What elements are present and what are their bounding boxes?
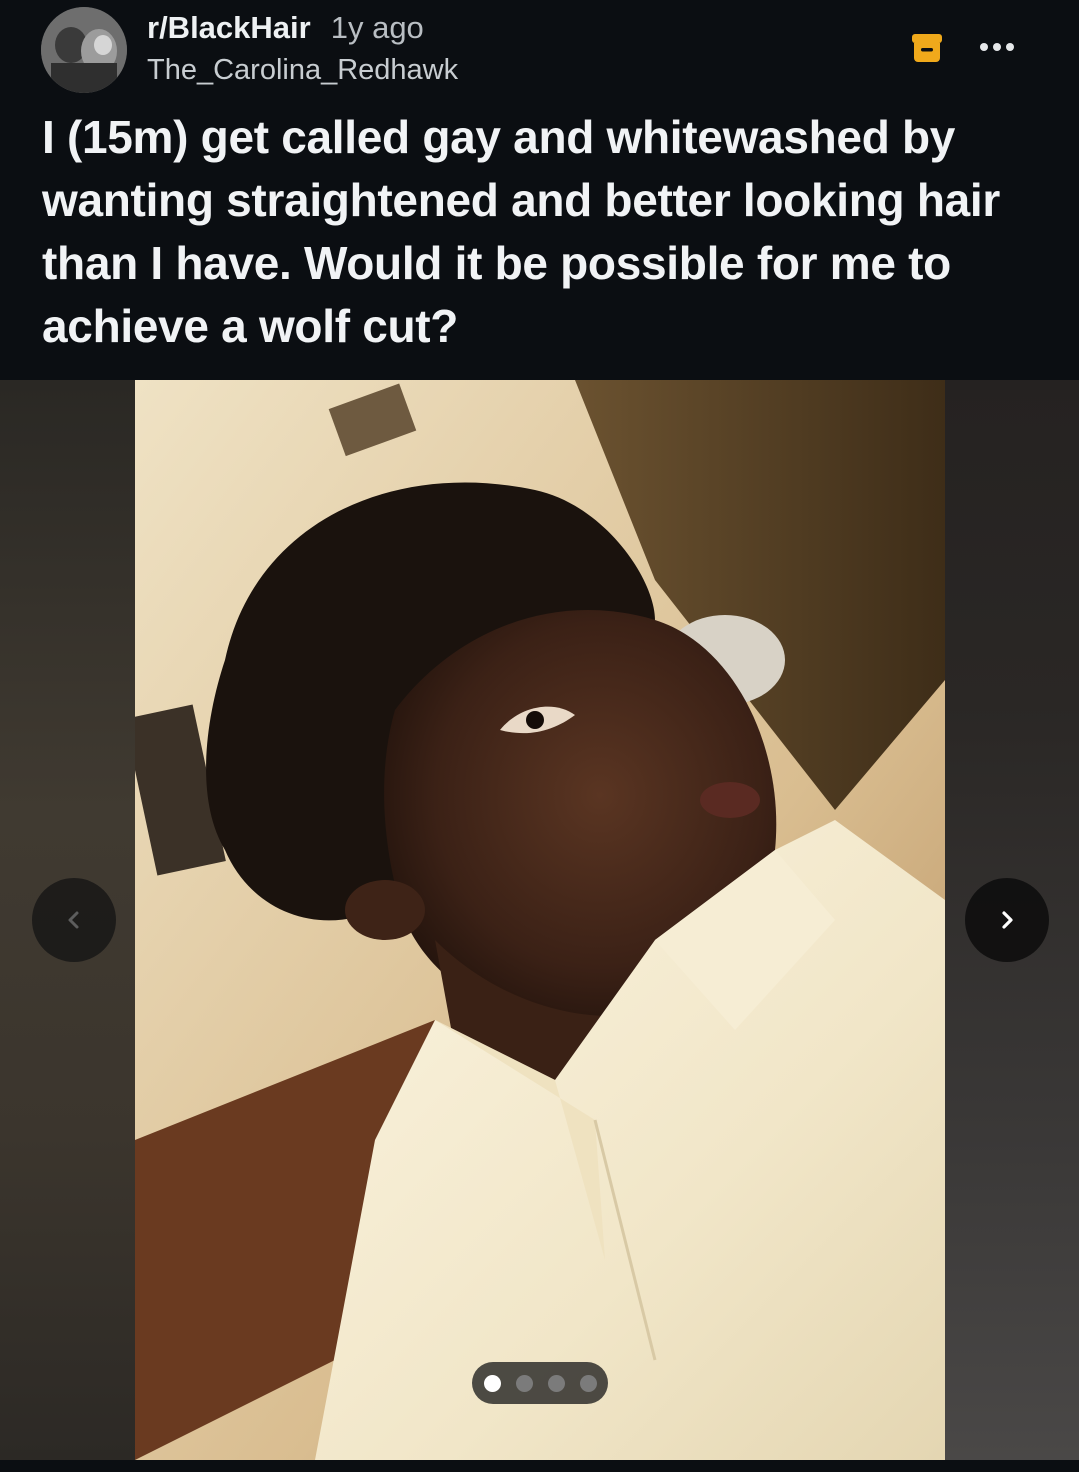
image-gallery[interactable] [0,380,1079,1460]
post-age: 1y ago [330,10,424,45]
more-dot [993,43,1001,51]
archive-icon[interactable] [911,33,943,63]
more-options-icon[interactable] [977,36,1017,58]
page-dot-active [483,1374,501,1392]
bottom-divider [0,1460,1079,1472]
next-image-button[interactable] [965,878,1049,962]
page-dot [515,1374,533,1392]
page-dot [547,1374,565,1392]
post-header: r/BlackHair 1y ago The_Carolina_Redhawk … [0,0,1079,380]
selfie-photo [135,380,945,1460]
previous-image-button[interactable] [32,878,116,962]
avatar-image [41,7,127,93]
page-dot [579,1374,597,1392]
chevron-left-icon [68,911,79,929]
more-dot [1006,43,1014,51]
post-meta: r/BlackHair 1y ago [147,10,424,46]
gallery-pagination [472,1362,608,1404]
subreddit-name[interactable]: r/BlackHair [147,10,311,46]
author-username[interactable]: The_Carolina_Redhawk [147,54,458,87]
more-dot [980,43,988,51]
gallery-photo[interactable] [135,380,945,1460]
post-title[interactable]: I (15m) get called gay and whitewashed b… [42,106,1032,358]
subreddit-avatar[interactable] [41,7,127,93]
chevron-right-icon [1002,911,1013,929]
reddit-post-screen: r/BlackHair 1y ago The_Carolina_Redhawk … [0,0,1079,1472]
